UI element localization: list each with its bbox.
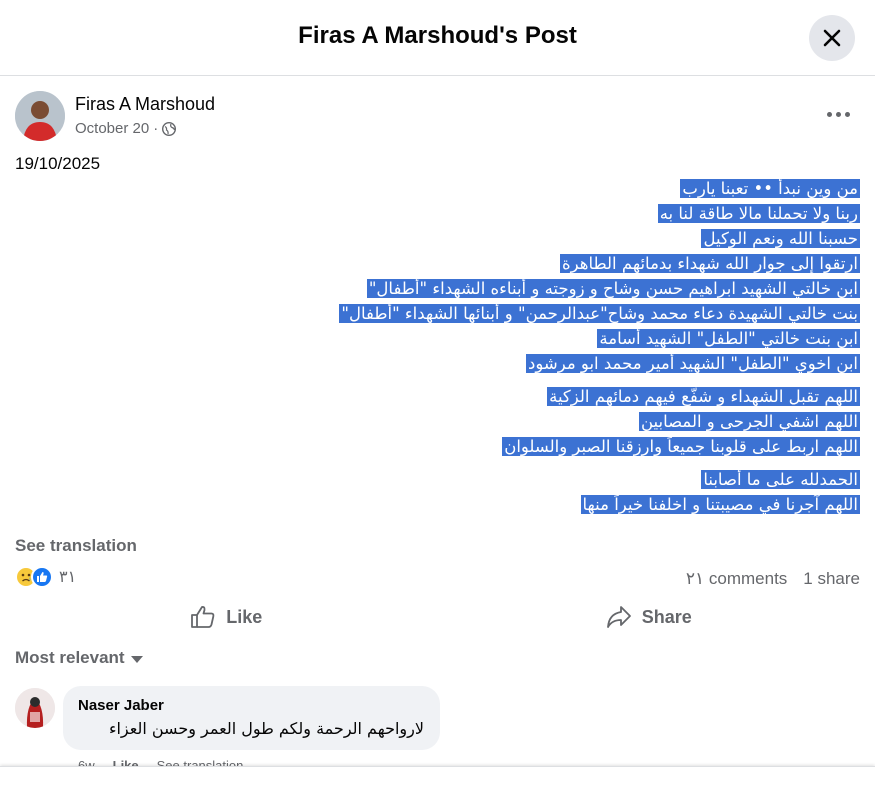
comment-sort-dropdown[interactable]: Most relevant xyxy=(15,648,143,668)
sort-label: Most relevant xyxy=(15,648,125,667)
post-paragraph-3: الحمدلله على ما أصابنا اللهم آجرنا في مص… xyxy=(260,467,860,517)
post-line: اللهم تقبل الشهداء و شفّع فيهم دمائهم ال… xyxy=(547,387,860,406)
post-line: ارتقوا إلى جوار الله شهداء بدمائهم الطاه… xyxy=(560,254,860,273)
reaction-summary[interactable]: ٣١ xyxy=(15,566,76,588)
page-title: Firas A Marshoud's Post xyxy=(298,22,577,49)
post-meta: October 20 · xyxy=(75,120,177,137)
dialog-header: Firas A Marshoud's Post xyxy=(0,0,875,76)
post-stats: ٢١ comments 1 share xyxy=(686,569,860,589)
shares-count-link[interactable]: 1 share xyxy=(803,569,860,589)
post-line: ابن بنت خالتي "الطفل" الشهيد أسامة xyxy=(597,329,860,348)
post-line: اللهم اربط على قلوبنا جميعاً وارزقنا الص… xyxy=(502,437,860,456)
share-icon xyxy=(606,606,631,628)
see-translation-link[interactable]: See translation xyxy=(15,536,137,556)
comment-bubble: Naser Jaber لارواحهم الرحمة ولكم طول الع… xyxy=(63,686,440,750)
share-button[interactable]: Share xyxy=(438,597,861,637)
comment-text: لارواحهم الرحمة ولكم طول العمر وحسن العز… xyxy=(108,719,424,738)
close-icon xyxy=(823,29,841,47)
post-line: الحمدلله على ما أصابنا xyxy=(701,470,860,489)
post-body: من وين نبدأ •• تعبنا يارب ربنا ولا تحملن… xyxy=(260,176,860,525)
profile-photo-icon xyxy=(15,688,55,728)
author-name[interactable]: Firas A Marshoud xyxy=(75,94,215,115)
post-date-line: 19/10/2025 xyxy=(15,154,101,173)
post-line: ابن خالتي الشهيد ابراهيم حسن وشاح و زوجت… xyxy=(366,279,860,298)
like-button[interactable]: Like xyxy=(15,597,438,637)
like-label: Like xyxy=(226,606,263,627)
post-line: اللهم اشفي الجرحى و المصابين xyxy=(638,412,860,431)
like-reaction-icon xyxy=(31,566,53,588)
comment-composer-area xyxy=(0,766,875,789)
avatar[interactable] xyxy=(15,91,65,141)
comment-author[interactable]: Naser Jaber xyxy=(78,697,164,714)
post-line: ربنا ولا تحملنا مالا طاقة لنا به xyxy=(657,204,860,223)
post-actions: Like Share xyxy=(15,597,860,637)
post-line: بنت خالتي الشهيدة دعاء محمد وشاح"عبدالرح… xyxy=(339,304,860,323)
post-line: اللهم آجرنا في مصيبتنا و اخلفنا خيراً من… xyxy=(580,495,860,514)
chevron-down-icon xyxy=(130,655,143,663)
post-paragraph-2: اللهم تقبل الشهداء و شفّع فيهم دمائهم ال… xyxy=(260,384,860,459)
thumbs-up-icon xyxy=(191,606,215,628)
share-label: Share xyxy=(641,606,692,627)
post-line: حسبنا الله ونعم الوكيل xyxy=(701,229,860,248)
more-icon xyxy=(826,111,832,117)
profile-photo-icon xyxy=(15,91,65,141)
close-button[interactable] xyxy=(809,15,855,61)
globe-icon xyxy=(162,121,177,136)
comment-avatar[interactable] xyxy=(15,688,55,728)
post-line: من وين نبدأ •• تعبنا يارب xyxy=(680,179,860,198)
post-line: ابن اخوي "الطفل" الشهيد أمير محمد ابو مر… xyxy=(526,354,860,373)
reaction-count: ٣١ xyxy=(59,569,77,586)
post-paragraph-1: من وين نبدأ •• تعبنا يارب ربنا ولا تحملن… xyxy=(260,176,860,376)
more-options-button[interactable] xyxy=(818,100,858,128)
meta-separator: · xyxy=(153,120,159,137)
post-time[interactable]: October 20 xyxy=(75,120,149,137)
comments-count-link[interactable]: ٢١ comments xyxy=(686,569,787,589)
